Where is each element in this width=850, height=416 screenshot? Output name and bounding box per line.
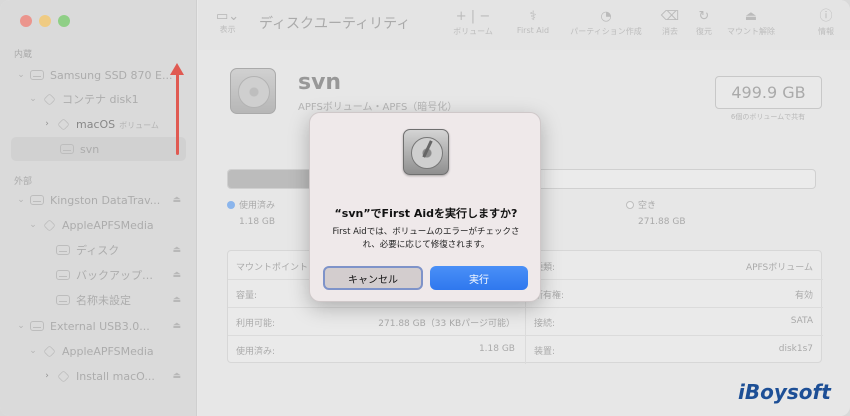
dialog-title: “svn”でFirst Aidを実行しますか? xyxy=(334,207,518,220)
disk-utility-window: 内蔵 ⌄ Samsung SSD 870 E... ⌄ コンテナ disk1 ›… xyxy=(0,0,850,416)
iboysoft-logo: iBoysoft xyxy=(738,380,831,404)
dialog-message: First Aidでは、ボリュームのエラーがチェックされ、必要に応じて修復されま… xyxy=(332,227,520,250)
annotation-arrow-up xyxy=(170,63,184,155)
cancel-button[interactable]: キャンセル xyxy=(323,266,423,290)
hard-drive-icon xyxy=(403,129,449,175)
run-button[interactable]: 実行 xyxy=(430,266,528,290)
first-aid-dialog: “svn”でFirst Aidを実行しますか? First Aidでは、ボリュー… xyxy=(309,112,541,302)
